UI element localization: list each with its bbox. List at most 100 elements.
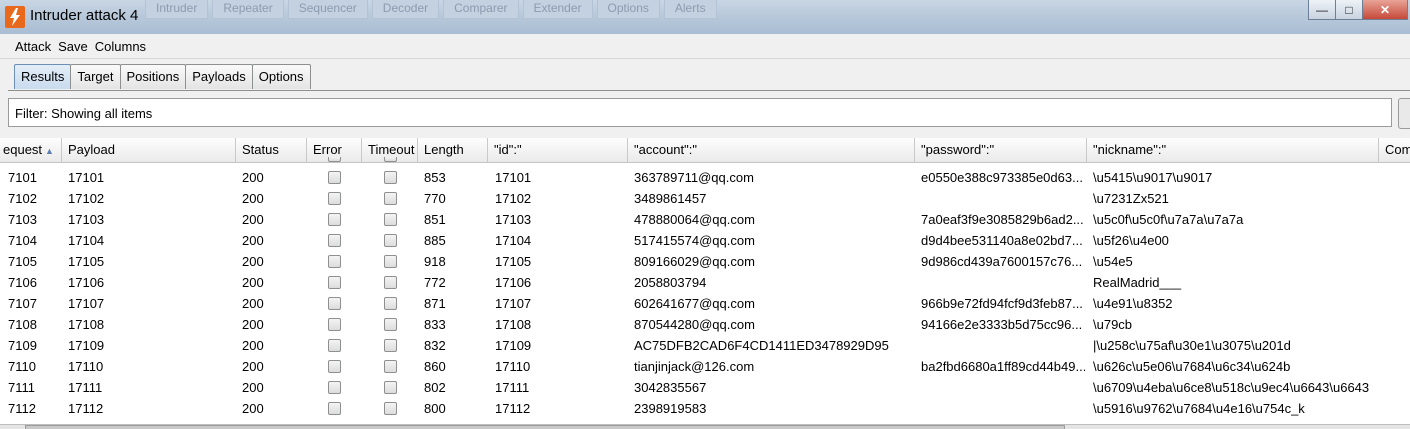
- cell-id: 17110: [495, 359, 531, 374]
- cell-payload: 17109: [68, 338, 105, 353]
- cell-nickname: \u54e5: [1093, 254, 1133, 269]
- column-header-label: Timeout: [368, 142, 415, 157]
- cell-request: 7110: [8, 359, 36, 374]
- cell-length: 770: [424, 191, 446, 206]
- menu-save[interactable]: Save: [54, 34, 91, 54]
- cell-request: 7109: [8, 338, 37, 353]
- column-header-label: "nickname":": [1093, 142, 1167, 157]
- timeout-checkbox: [384, 234, 397, 247]
- cell-payload: 17108: [68, 317, 105, 332]
- cell-password: ba2fbd6680a1ff89cd44b49...: [921, 359, 1085, 374]
- cell-id: 17103: [495, 212, 532, 227]
- cell-status: 200: [242, 233, 264, 248]
- cell-status: 200: [242, 401, 264, 416]
- cell-account: 809166029@qq.com: [634, 254, 755, 269]
- cell-account: 478880064@qq.com: [634, 212, 755, 227]
- table-row[interactable]: 7112 17112 200 800 17112 2398919583 \u5916\u97…: [0, 398, 1410, 419]
- table-row[interactable]: 7111 17111 200 802 17111 3042835567 \u6709\u4e…: [0, 377, 1410, 398]
- tab-options[interactable]: Options: [251, 64, 311, 89]
- background-tab: Alerts: [663, 0, 717, 19]
- cell-status: 200: [242, 296, 264, 311]
- table-row[interactable]: 7108 17108 200 833 17108 870544280@qq.com 9416…: [0, 314, 1410, 335]
- error-checkbox: [328, 297, 341, 310]
- menu-bar: Attack Save Columns: [0, 34, 1410, 59]
- background-tab: Comparer: [443, 0, 519, 19]
- cell-nickname: \u6709\u4eba\u6ce8\u518c\u9ec4\u6643\u66…: [1093, 380, 1370, 395]
- menu-columns[interactable]: Columns: [91, 34, 149, 54]
- timeout-checkbox: [384, 339, 397, 352]
- table-row[interactable]: 7102 17102 200 770 17102 3489861457 \u7231Zx52…: [0, 188, 1410, 209]
- background-tab: Decoder: [371, 0, 440, 19]
- error-checkbox: [328, 213, 341, 226]
- cell-password: d9d4bee531140a8e02bd7...: [921, 233, 1083, 248]
- table-row[interactable]: 7110 17110 200 860 17110 tianjinjack@126.com b…: [0, 356, 1410, 377]
- cell-id: 17101: [495, 170, 532, 185]
- cell-length: 802: [424, 380, 446, 395]
- cell-id: 17104: [495, 233, 532, 248]
- cell-account: 2398919583: [634, 401, 707, 416]
- close-button[interactable]: ✕: [1362, 0, 1408, 20]
- timeout-checkbox: [384, 213, 397, 226]
- table-row[interactable]: 7109 17109 200 832 17109 AC75DFB2CAD6F4CD1411…: [0, 335, 1410, 356]
- table-row[interactable]: 7104 17104 200 885 17104 517415574@qq.com d9d4…: [0, 230, 1410, 251]
- error-checkbox: [328, 381, 341, 394]
- table-row[interactable]: 7107 17107 200 871 17107 602641677@qq.com 966b…: [0, 293, 1410, 314]
- tab-target[interactable]: Target: [70, 64, 121, 89]
- cell-id: 17107: [495, 296, 532, 311]
- error-checkbox: [328, 402, 341, 415]
- background-tab: Repeater: [212, 0, 284, 19]
- cell-payload: 17103: [68, 212, 105, 227]
- cell-request: 7102: [8, 191, 37, 206]
- table-row[interactable]: 7101 17101 200 853 17101 363789711@qq.com e055…: [0, 167, 1410, 188]
- timeout-checkbox: [384, 255, 397, 268]
- timeout-checkbox: [384, 157, 397, 162]
- error-checkbox: [328, 157, 341, 162]
- error-checkbox: [328, 318, 341, 331]
- error-checkbox: [328, 192, 341, 205]
- cell-password: [921, 272, 1085, 293]
- cell-password: [921, 398, 1085, 419]
- tab-payloads[interactable]: Payloads: [185, 64, 253, 89]
- cell-payload: 17106: [68, 275, 105, 290]
- table-row[interactable]: 7106 17106 200 772 17106 2058803794 RealMadrid…: [0, 272, 1410, 293]
- column-header-label: equest: [3, 142, 43, 157]
- cell-payload: 17102: [68, 191, 105, 206]
- maximize-button[interactable]: □: [1335, 0, 1363, 20]
- horizontal-scrollbar[interactable]: [0, 424, 1410, 429]
- tab-results[interactable]: Results: [14, 64, 72, 89]
- filter-help-button[interactable]: [1398, 98, 1410, 129]
- cell-length: 800: [424, 401, 446, 416]
- column-header-label: Com: [1385, 142, 1410, 157]
- column-header-label: "id":": [494, 142, 522, 157]
- cell-length: 918: [424, 254, 446, 269]
- cell-nickname: \u4e91\u8352: [1093, 296, 1173, 311]
- cell-password: [921, 335, 1085, 356]
- results-table: equest ▲ Payload Status Error Timeout Length "i…: [0, 138, 1410, 429]
- tab-positions[interactable]: Positions: [119, 64, 187, 89]
- cell-length: 833: [424, 317, 446, 332]
- background-tab: Options: [596, 0, 660, 19]
- cell-nickname: \u79cb: [1093, 317, 1133, 332]
- partial-row: [0, 157, 1410, 165]
- cell-request: 7111: [8, 380, 35, 395]
- scrollbar-thumb[interactable]: [25, 425, 1065, 429]
- filter-bar[interactable]: Filter: Showing all items: [8, 98, 1392, 127]
- cell-payload: 17110: [68, 359, 104, 374]
- cell-request: 7108: [8, 317, 37, 332]
- background-window-tabs: Intruder Repeater Sequencer Decoder Comparer…: [145, 0, 1005, 19]
- menu-attack[interactable]: Attack: [0, 34, 54, 54]
- cell-id: 17109: [495, 338, 532, 353]
- cell-nickname: \u7231Zx521: [1093, 191, 1169, 206]
- cell-status: 200: [242, 275, 264, 290]
- table-row[interactable]: 7103 17103 200 851 17103 478880064@qq.com 7a0e…: [0, 209, 1410, 230]
- cell-status: 200: [242, 254, 264, 269]
- error-checkbox: [328, 171, 341, 184]
- cell-account: 517415574@qq.com: [634, 233, 755, 248]
- cell-nickname: RealMadrid___: [1093, 275, 1182, 290]
- cell-id: 17105: [495, 254, 532, 269]
- table-row[interactable]: 7105 17105 200 918 17105 809166029@qq.com 9d98…: [0, 251, 1410, 272]
- error-checkbox: [328, 360, 341, 373]
- cell-status: 200: [242, 317, 264, 332]
- cell-length: 772: [424, 275, 446, 290]
- minimize-button[interactable]: —: [1308, 0, 1336, 20]
